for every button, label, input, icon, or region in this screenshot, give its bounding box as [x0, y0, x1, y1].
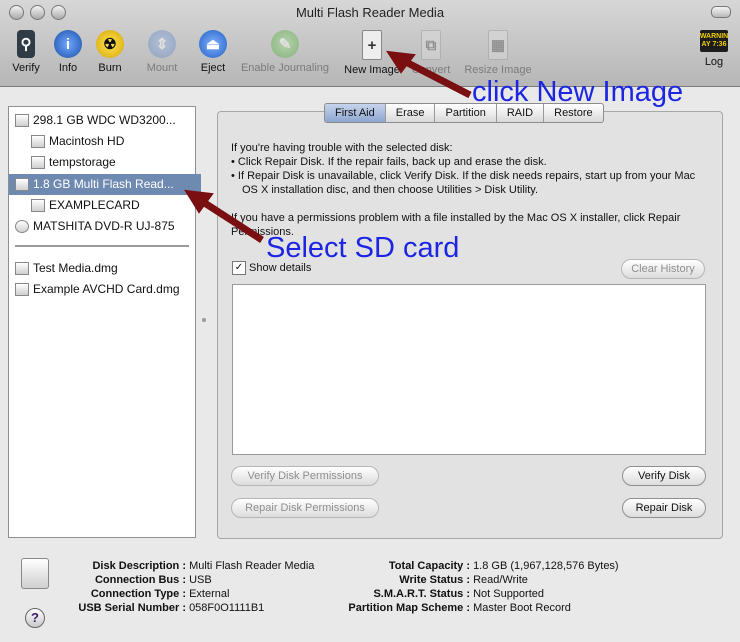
disk-utility-window: Multi Flash Reader Media ⚲ Verify i Info… — [0, 0, 740, 642]
arrow-to-sd-card — [184, 189, 264, 243]
annotation-select-sd-card: Select SD card — [266, 232, 460, 264]
annotation-click-new-image: click New Image — [472, 76, 684, 108]
arrow-to-new-image — [386, 50, 472, 99]
